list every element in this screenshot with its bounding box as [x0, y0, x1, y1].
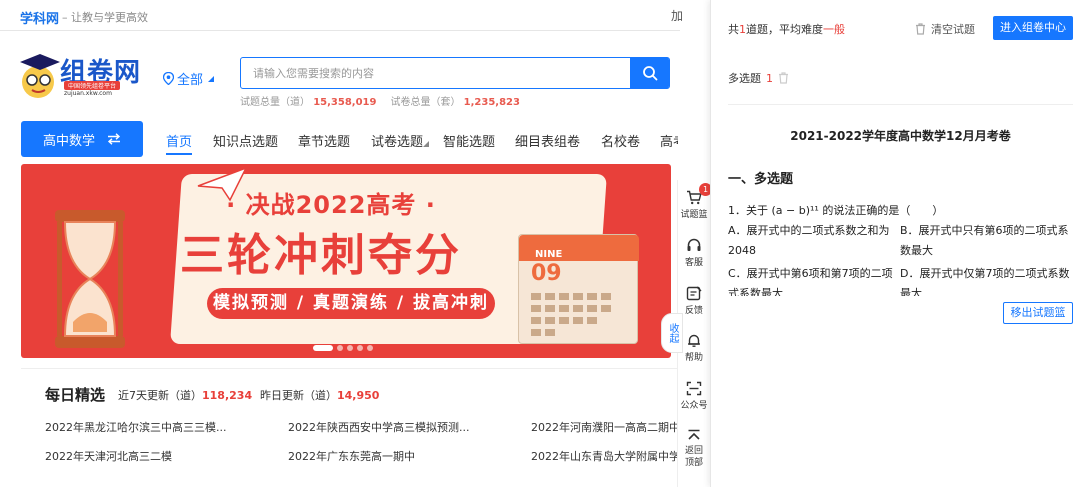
daily-week-update: 近7天更新（道）118,234 [118, 387, 252, 403]
clear-questions-button[interactable]: 清空试题 [915, 21, 975, 37]
top-link-clipped[interactable]: 加 [671, 7, 683, 24]
side-official-account[interactable]: 公众号 [677, 381, 711, 411]
nav-caret-icon [423, 141, 429, 147]
daily-yesterday-update: 昨日更新（道）14,950 [260, 387, 379, 403]
paper-total-value: 1,235,823 [463, 97, 520, 108]
option-b: B．展开式中只有第6项的二项式系数最大 [900, 224, 1069, 257]
side-service-label: 客服 [684, 258, 703, 268]
carousel-dot[interactable] [367, 345, 373, 351]
caret-down-icon [208, 75, 215, 82]
daily-paper-link[interactable]: 2022年广东东莞高一期中 [288, 448, 488, 464]
banner-tagline: 模拟预测 / 真题演练 / 拔高冲刺 [207, 288, 495, 319]
brand-link[interactable]: 学科网 [20, 8, 59, 27]
remove-from-basket-button[interactable]: 移出试题篮 [1003, 302, 1073, 324]
slogan: – 让教与学更高效 [62, 11, 148, 24]
side-back-to-top-label: 返回顶部 [684, 446, 703, 468]
calendar-grid-icon [531, 293, 611, 336]
location-pin-icon [163, 72, 174, 85]
site-stats: 试题总量（道） 15,358,019 试卷总量（套） 1,235,823 [240, 93, 520, 108]
back-to-top-icon [688, 429, 700, 440]
promo-banner[interactable]: · 决战2022高考 · 三轮冲刺夺分 模拟预测 / 真题演练 / 拔高冲刺 N… [21, 164, 671, 358]
nav-gaokao[interactable]: 高考 [660, 131, 678, 150]
summary-count: 1 [739, 23, 746, 36]
question-total: 试题总量（道） 15,358,019 [240, 93, 376, 108]
week-update-value: 118,234 [202, 389, 253, 402]
summary-mid: 道题，平均难度 [746, 23, 823, 36]
subject-switch-button[interactable]: 高中数学 [21, 121, 143, 157]
scan-icon [686, 381, 702, 396]
week-update-label: 近7天更新（道） [118, 389, 202, 402]
side-service[interactable]: 客服 [677, 238, 711, 268]
side-back-to-top[interactable]: 返回顶部 [677, 429, 711, 469]
question-total-label: 试题总量（道） [240, 97, 310, 108]
daily-paper-link[interactable]: 2022年天津河北高三二模 [45, 448, 245, 464]
question-type-label: 多选题 [728, 72, 761, 85]
search-input[interactable] [241, 58, 631, 88]
banner-headline: · 决战2022高考 · [226, 191, 436, 219]
region-selector[interactable]: 全部 [163, 69, 215, 88]
trash-icon[interactable] [778, 72, 789, 84]
side-feedback-label: 反馈 [684, 306, 703, 316]
summary-prefix: 共 [728, 23, 739, 36]
option-a: A．展开式中的二项式系数之和为2048 [728, 224, 890, 257]
logo-url: zujuan.xkw.com [64, 90, 112, 97]
carousel-dot-active[interactable] [313, 345, 333, 351]
side-feedback[interactable]: 反馈 [677, 286, 711, 316]
daily-title: 每日精选 [45, 386, 106, 404]
panel-divider [728, 104, 1073, 105]
carousel-dot[interactable] [347, 345, 353, 351]
logo-tag: 中国领先组卷平台 [64, 81, 121, 90]
carousel-dots[interactable] [313, 345, 373, 351]
day-update-label: 昨日更新（道） [260, 389, 337, 402]
collapse-panel-button[interactable]: 收起 [661, 313, 683, 353]
question-total-value: 15,358,019 [313, 97, 377, 108]
option-d: D．展开式中仅第7项的二项式系数最大 [900, 267, 1070, 296]
search-button[interactable] [630, 57, 669, 89]
nav-home[interactable]: 首页 [166, 131, 192, 150]
nav-paper[interactable]: 试卷选题 [371, 131, 423, 150]
carousel-dot[interactable] [357, 345, 363, 351]
nav-detail-table[interactable]: 细目表组卷 [515, 131, 580, 150]
search-icon [642, 66, 657, 81]
daily-paper-link[interactable]: 2022年山东青岛大学附属中学 [531, 448, 677, 464]
daily-paper-link[interactable]: 2022年河南濮阳一高高二期中 [531, 419, 677, 435]
question-type-count: 1 [766, 71, 773, 85]
question-stem: 1．关于 (a − b)¹¹ 的说法正确的是（ ） [728, 204, 944, 217]
nav-chapter[interactable]: 章节选题 [298, 131, 350, 150]
summary-difficulty: 一般 [823, 23, 845, 36]
nav-active-indicator [166, 153, 192, 155]
nav-knowledge[interactable]: 知识点选题 [213, 131, 278, 150]
headset-icon [687, 238, 701, 251]
nav-famous-schools[interactable]: 名校卷 [601, 131, 640, 150]
clear-label: 清空试题 [931, 23, 975, 36]
feedback-icon [686, 286, 702, 301]
option-c: C．展开式中第6项和第7项的二项式系数最大 [728, 267, 893, 296]
swap-icon [107, 133, 121, 145]
daily-paper-link[interactable]: 2022年陕西西安中学高三模拟预测... [288, 419, 488, 435]
calendar-illustration: NINE 09 [518, 234, 639, 344]
enter-paper-center-button[interactable]: 进入组卷中心 [993, 16, 1073, 40]
question-type-row: 多选题 1 [728, 70, 789, 86]
paper-title: 2021-2022学年度高中数学12月月考卷 [790, 129, 1011, 143]
subject-label: 高中数学 [42, 133, 95, 149]
day-update-value: 14,950 [337, 389, 380, 402]
calendar-month: NINE [535, 249, 563, 260]
search-box [240, 57, 670, 89]
paper-total: 试卷总量（套） 1,235,823 [390, 93, 520, 108]
bell-icon [688, 334, 700, 347]
site-logo[interactable]: 组卷网 中国领先组卷平台 zujuan.xkw.com [18, 48, 148, 100]
side-help-label: 帮助 [684, 353, 703, 363]
paper-total-label: 试卷总量（套） [390, 97, 461, 108]
calendar-day: 09 [531, 261, 562, 286]
section-heading: 一、多选题 [728, 172, 794, 187]
side-basket-label: 试题篮 [680, 210, 708, 220]
nav-smart[interactable]: 智能选题 [443, 131, 495, 150]
side-official-account-label: 公众号 [680, 401, 708, 411]
region-label: 全部 [177, 73, 204, 88]
daily-paper-link[interactable]: 2022年黑龙江哈尔滨三中高三三模... [45, 419, 245, 435]
trash-icon [916, 23, 925, 35]
carousel-dot[interactable] [337, 345, 343, 351]
basket-summary: 共1道题，平均难度一般 [728, 21, 845, 37]
